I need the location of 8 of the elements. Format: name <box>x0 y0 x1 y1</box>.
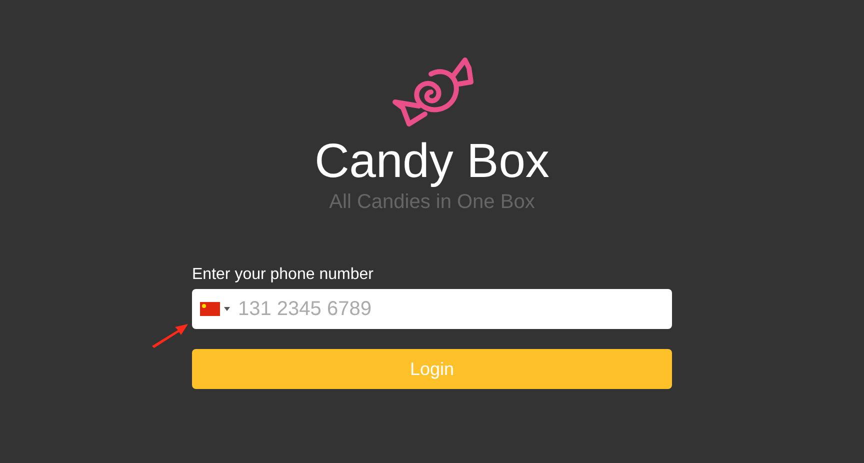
arrow-icon <box>150 322 190 348</box>
phone-field[interactable]: 131 2345 6789 <box>238 289 672 329</box>
caret-icon <box>224 307 230 311</box>
app-title: Candy Box <box>314 134 550 190</box>
country-selector[interactable] <box>192 289 238 329</box>
flag-icon <box>200 302 220 316</box>
phone-label: Enter your phone number <box>192 265 374 285</box>
login-button[interactable]: Login <box>192 349 672 389</box>
